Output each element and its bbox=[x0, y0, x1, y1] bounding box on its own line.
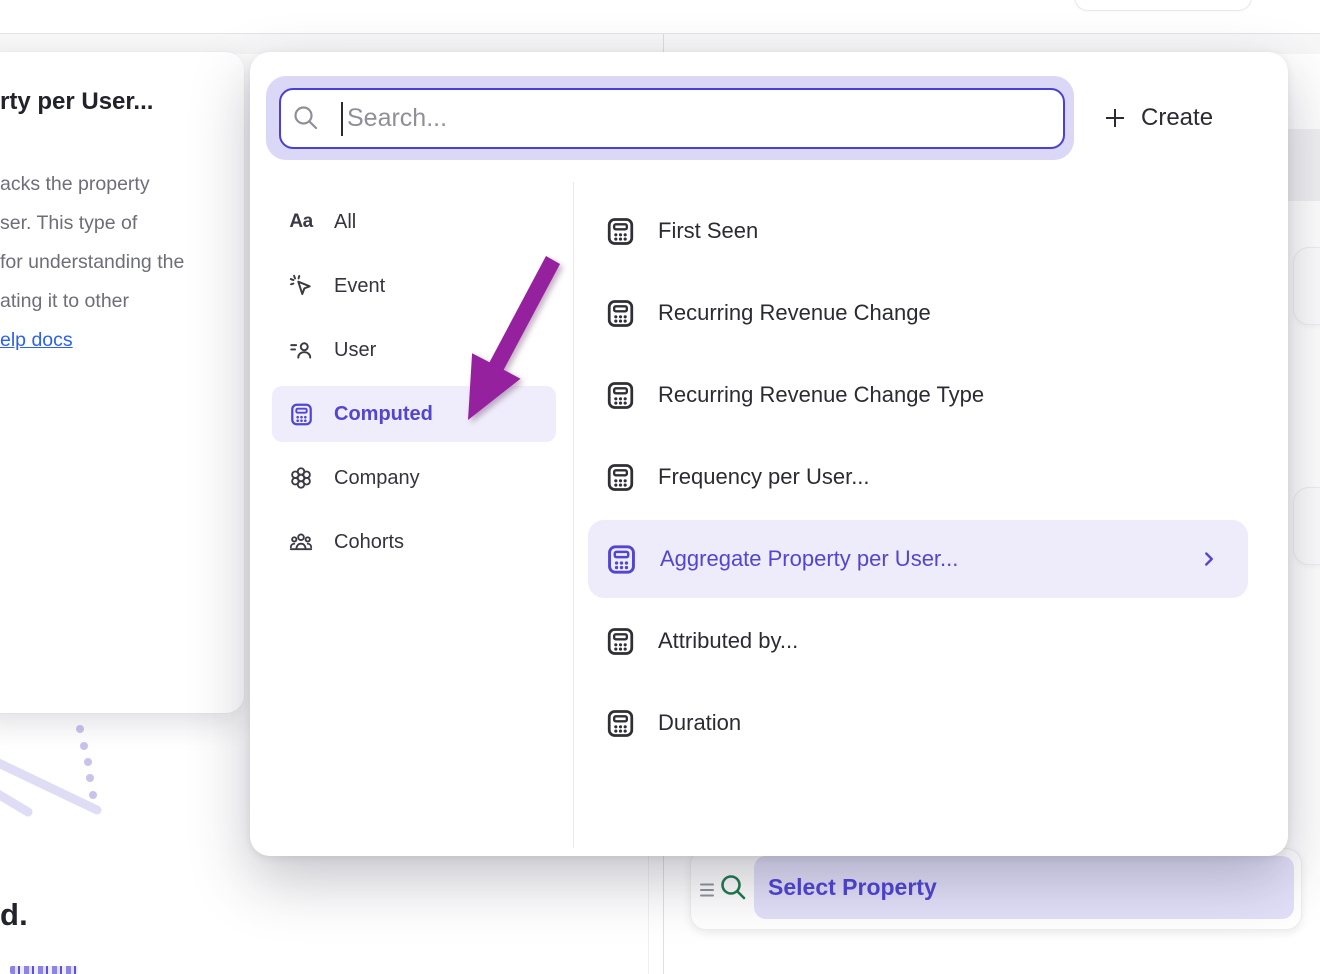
calculator-icon bbox=[604, 625, 637, 658]
create-button-label: Create bbox=[1141, 104, 1213, 132]
text-type-icon: Aa bbox=[287, 211, 315, 233]
tooltip-body-line: ating it to other bbox=[0, 282, 184, 321]
tooltip-body: acks the property ser. This type of for … bbox=[0, 165, 184, 360]
cohorts-icon bbox=[287, 528, 315, 556]
select-property-label: Select Property bbox=[768, 874, 937, 901]
select-property-button[interactable]: Select Property bbox=[754, 856, 1294, 919]
calculator-icon bbox=[604, 297, 637, 330]
property-description-tooltip: rty per User... acks the property ser. T… bbox=[0, 52, 244, 713]
tooltip-body-line: ser. This type of bbox=[0, 204, 184, 243]
category-event[interactable]: Event bbox=[272, 258, 556, 314]
sidebar-list-divider bbox=[573, 182, 574, 848]
category-label: Cohorts bbox=[334, 531, 404, 554]
category-label: Company bbox=[334, 467, 420, 490]
toolbar-vertical-divider bbox=[663, 34, 664, 54]
calculator-icon bbox=[604, 542, 639, 577]
category-label: All bbox=[334, 211, 356, 234]
property-item-label: Attributed by... bbox=[658, 628, 798, 654]
top-toolbar-band bbox=[0, 34, 1320, 54]
search-property-icon bbox=[717, 871, 751, 905]
property-item-aggregate-property-per-user[interactable]: Aggregate Property per User... bbox=[588, 520, 1248, 598]
user-icon bbox=[287, 336, 315, 364]
search-input[interactable] bbox=[279, 88, 1065, 149]
category-computed[interactable]: Computed bbox=[272, 386, 556, 442]
create-button[interactable]: Create bbox=[1102, 98, 1213, 138]
property-item-recurring-revenue-change[interactable]: Recurring Revenue Change bbox=[588, 274, 1248, 352]
property-item-recurring-revenue-change-type[interactable]: Recurring Revenue Change Type bbox=[588, 356, 1248, 434]
tooltip-body-line: for understanding the bbox=[0, 243, 184, 282]
property-item-attributed-by[interactable]: Attributed by... bbox=[588, 602, 1248, 680]
property-item-label: Duration bbox=[658, 710, 741, 736]
chevron-right-icon bbox=[1198, 548, 1220, 570]
background-panel-fragment bbox=[1288, 129, 1320, 201]
property-slot-card: Select Property bbox=[690, 848, 1302, 930]
property-item-label: Frequency per User... bbox=[658, 464, 870, 490]
screen: d. rty per User... acks the property ser… bbox=[0, 0, 1320, 974]
property-selector-modal: Create Aa All Event bbox=[250, 52, 1288, 856]
company-icon bbox=[287, 464, 315, 492]
tooltip-title: rty per User... bbox=[0, 88, 153, 116]
background-card-fragment bbox=[1293, 487, 1320, 565]
category-company[interactable]: Company bbox=[272, 450, 556, 506]
tooltip-body-line: acks the property bbox=[0, 165, 184, 204]
category-label: Computed bbox=[334, 403, 433, 426]
calculator-icon bbox=[604, 379, 637, 412]
category-label: User bbox=[334, 339, 376, 362]
calculator-icon bbox=[604, 215, 637, 248]
property-item-frequency-per-user[interactable]: Frequency per User... bbox=[588, 438, 1248, 516]
plus-icon bbox=[1102, 105, 1128, 131]
category-user[interactable]: User bbox=[272, 322, 556, 378]
calculator-icon bbox=[604, 707, 637, 740]
event-cursor-icon bbox=[287, 272, 315, 300]
calculator-icon bbox=[604, 461, 637, 494]
bottom-vertical-divider-faint bbox=[648, 856, 649, 974]
calculator-icon bbox=[287, 400, 315, 428]
property-item-duration[interactable]: Duration bbox=[588, 684, 1248, 762]
background-card-fragment bbox=[1293, 247, 1320, 325]
drag-handle-icon[interactable] bbox=[699, 880, 717, 900]
property-item-label: Recurring Revenue Change Type bbox=[658, 382, 984, 408]
property-item-label: Recurring Revenue Change bbox=[658, 300, 931, 326]
category-label: Event bbox=[334, 275, 385, 298]
help-docs-link[interactable]: elp docs bbox=[0, 321, 73, 360]
clipped-link-fragment bbox=[10, 966, 78, 974]
bottom-vertical-divider bbox=[663, 856, 664, 974]
clipped-heading-fragment: d. bbox=[0, 897, 28, 933]
property-item-label: Aggregate Property per User... bbox=[660, 546, 958, 572]
category-all[interactable]: Aa All bbox=[272, 194, 556, 250]
category-cohorts[interactable]: Cohorts bbox=[272, 514, 556, 570]
property-item-label: First Seen bbox=[658, 218, 758, 244]
partial-top-button[interactable] bbox=[1074, 0, 1252, 11]
decorative-chart-illustration bbox=[0, 712, 130, 827]
property-item-first-seen[interactable]: First Seen bbox=[588, 192, 1248, 270]
text-caret bbox=[341, 102, 343, 136]
